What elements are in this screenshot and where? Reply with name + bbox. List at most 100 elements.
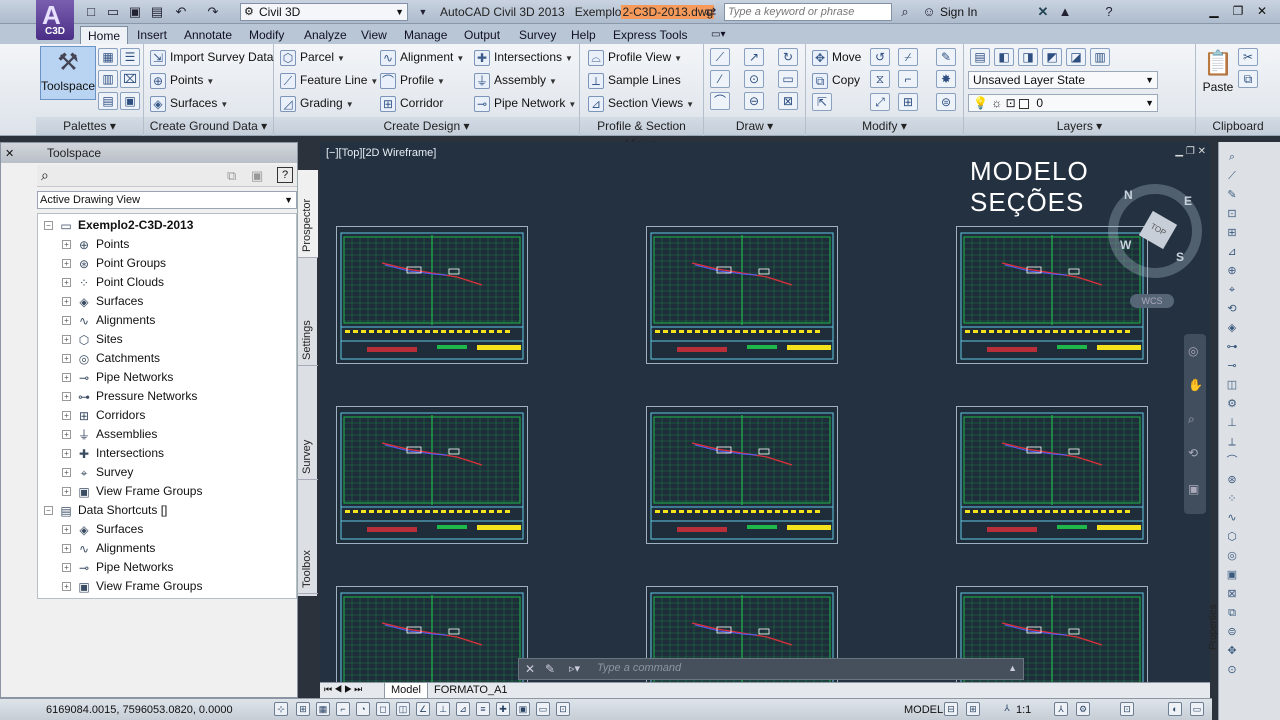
viewcube-top-face[interactable]: TOP bbox=[1138, 210, 1178, 250]
section-sheet[interactable] bbox=[646, 406, 838, 544]
section-views-button[interactable]: ⊿ Section Views ▼ bbox=[588, 93, 694, 113]
stretch-icon[interactable]: ⇱ bbox=[812, 93, 832, 111]
tree-item[interactable]: + ▣ View Frame Groups bbox=[62, 482, 202, 501]
assembly-button[interactable]: ⏚ Assembly ▼ bbox=[474, 70, 557, 90]
panel-title-create-design[interactable]: Create Design ▾ bbox=[274, 117, 579, 135]
tab-formato-a1[interactable]: FORMATO_A1 bbox=[428, 683, 514, 699]
copy-button[interactable]: ⧉ Copy bbox=[812, 70, 860, 90]
drawing-viewport[interactable]: [−][Top][2D Wireframe] MODELO SEÇÕES ▁ ❐… bbox=[320, 142, 1210, 720]
compass-e[interactable]: E bbox=[1184, 194, 1192, 208]
tab-express-tools[interactable]: Express Tools bbox=[606, 26, 694, 44]
palette-tool-icon[interactable]: ⊠ bbox=[1222, 585, 1242, 603]
tree-item[interactable]: + ⊞ Corridors bbox=[62, 406, 145, 425]
steering-wheel-icon[interactable]: ◎ bbox=[1188, 344, 1198, 358]
profile-button[interactable]: ⌒ Profile ▼ bbox=[380, 70, 445, 90]
trim-icon[interactable]: ⌿ bbox=[898, 48, 918, 66]
workspace-switch-icon[interactable]: ⚙ bbox=[1076, 702, 1090, 716]
tree-item[interactable]: + ◈ Surfaces bbox=[62, 520, 143, 539]
wcs-menu[interactable]: WCS bbox=[1130, 294, 1174, 308]
tree-item[interactable]: − ▤ Data Shortcuts [] bbox=[44, 501, 167, 520]
viewport-restore-icon[interactable]: ❐ bbox=[1186, 146, 1195, 157]
toolbox-icon[interactable]: ⌧ bbox=[120, 70, 140, 88]
layer-match-icon[interactable]: ◪ bbox=[1066, 48, 1086, 66]
palette-tool-icon[interactable]: ⧉ bbox=[1222, 604, 1242, 622]
copy-clip-icon[interactable]: ⧉ bbox=[1238, 70, 1258, 88]
application-menu-button[interactable]: A C3D bbox=[36, 0, 74, 40]
palette-tool-icon[interactable]: ▣ bbox=[1222, 566, 1242, 584]
exchange-icon[interactable]: ✕ bbox=[1034, 3, 1052, 21]
ribbon-minimize-icon[interactable]: ▭▾ bbox=[704, 26, 732, 44]
new-icon[interactable]: □ bbox=[82, 3, 100, 21]
scale-icon[interactable]: ⤢ bbox=[870, 93, 890, 111]
tab-nav-icons[interactable]: ⏮◀▶⏭ bbox=[324, 684, 364, 695]
command-input[interactable]: Type a command bbox=[597, 662, 681, 674]
isolate-objects-icon[interactable]: ◐ bbox=[1168, 702, 1182, 716]
ellipse-icon[interactable]: ⊖ bbox=[744, 92, 764, 110]
showmotion-icon[interactable]: ▣ bbox=[1188, 482, 1199, 496]
expand-toggle-icon[interactable]: + bbox=[62, 354, 71, 364]
polyline-icon[interactable]: ↗ bbox=[744, 48, 764, 66]
expand-toggle-icon[interactable]: + bbox=[62, 563, 71, 573]
cmd-prompt-icon[interactable]: ▹▾ bbox=[569, 662, 580, 675]
layer-freeze-icon[interactable]: ◨ bbox=[1018, 48, 1038, 66]
sample-lines-button[interactable]: ⟂ Sample Lines bbox=[588, 70, 681, 90]
a360-icon[interactable]: ▲ bbox=[1056, 3, 1074, 21]
tree-item[interactable]: + ◈ Surfaces bbox=[62, 292, 143, 311]
rotate-icon[interactable]: ↻ bbox=[778, 48, 798, 66]
tpy-icon[interactable]: ✚ bbox=[496, 702, 510, 716]
otrack-icon[interactable]: ∠ bbox=[416, 702, 430, 716]
expand-toggle-icon[interactable]: + bbox=[62, 582, 71, 592]
palette-tool-icon[interactable]: ◫ bbox=[1222, 376, 1242, 394]
tree-item[interactable]: + ∿ Alignments bbox=[62, 539, 155, 558]
toolspace-button[interactable]: ⚒ Toolspace bbox=[40, 46, 96, 100]
tool-palettes-icon[interactable]: ▥ bbox=[98, 70, 118, 88]
section-sheet[interactable] bbox=[646, 226, 838, 364]
spline-icon[interactable]: ⁄ bbox=[710, 70, 730, 88]
tree-item[interactable]: + ⌖ Survey bbox=[62, 463, 133, 482]
expand-toggle-icon[interactable]: − bbox=[44, 506, 53, 516]
viewport-controls-label[interactable]: [−][Top][2D Wireframe] bbox=[326, 147, 436, 159]
pan-icon[interactable]: ✋ bbox=[1188, 378, 1203, 392]
expand-toggle-icon[interactable]: + bbox=[62, 392, 71, 402]
tab-model[interactable]: Model bbox=[384, 683, 428, 699]
tab-survey[interactable]: Survey bbox=[298, 392, 318, 480]
panel-title-palettes[interactable]: Palettes ▾ bbox=[36, 117, 143, 135]
cmd-close-icon[interactable]: ✕ bbox=[525, 662, 535, 676]
infer-constraints-icon[interactable]: ⊹ bbox=[274, 702, 288, 716]
panorama-icon[interactable]: ☰ bbox=[120, 48, 140, 66]
layer-isolate-icon[interactable]: ◧ bbox=[994, 48, 1014, 66]
palette-tool-icon[interactable]: ⌖ bbox=[1222, 281, 1242, 299]
expand-toggle-icon[interactable]: + bbox=[62, 468, 71, 478]
expand-toggle-icon[interactable]: − bbox=[44, 221, 53, 231]
palette-tool-icon[interactable]: ✥ bbox=[1222, 642, 1242, 660]
navigation-bar[interactable]: ◎ ✋ ⌕ ⟲ ▣ bbox=[1184, 334, 1206, 514]
quick-view-drawings-icon[interactable]: ⊞ bbox=[966, 702, 980, 716]
expand-toggle-icon[interactable]: + bbox=[62, 430, 71, 440]
am-icon[interactable]: ⊡ bbox=[556, 702, 570, 716]
palette-tool-icon[interactable]: ⚙ bbox=[1222, 395, 1242, 413]
pipe-network-button[interactable]: ⊸ Pipe Network ▼ bbox=[474, 93, 576, 113]
annotation-scale-icon[interactable]: ⅄ bbox=[1000, 702, 1014, 716]
hatch-icon[interactable]: ⊠ bbox=[778, 92, 798, 110]
tree-item[interactable]: + ⊶ Pressure Networks bbox=[62, 387, 197, 406]
palette-tool-icon[interactable]: ◈ bbox=[1222, 319, 1242, 337]
palette-tool-icon[interactable]: ⊿ bbox=[1222, 243, 1242, 261]
tree-item[interactable]: + ⬡ Sites bbox=[62, 330, 123, 349]
tab-help[interactable]: Help bbox=[564, 26, 603, 44]
model-space-toggle[interactable]: MODEL bbox=[904, 704, 943, 716]
cmd-customize-icon[interactable]: ✎ bbox=[545, 662, 555, 676]
dyn-icon[interactable]: ⊿ bbox=[456, 702, 470, 716]
arc-icon[interactable]: ⌒ bbox=[710, 92, 730, 110]
expand-search-icon[interactable]: ⇄ bbox=[702, 3, 720, 21]
tree-item[interactable]: + ⁘ Point Clouds bbox=[62, 273, 164, 292]
erase-icon[interactable]: ✎ bbox=[936, 48, 956, 66]
viewport-close-icon[interactable]: ✕ bbox=[1198, 146, 1206, 157]
properties-tab[interactable]: Properties bbox=[1208, 604, 1219, 650]
clean-screen-icon[interactable]: ▭ bbox=[1190, 702, 1204, 716]
workspace-select[interactable]: ⚙ Civil 3D ▼ bbox=[240, 3, 408, 21]
tree-item[interactable]: + ▣ View Frame Groups bbox=[62, 577, 202, 596]
annotation-visibility-icon[interactable]: ⅄ bbox=[1054, 702, 1068, 716]
snap-icon[interactable]: ⊞ bbox=[296, 702, 310, 716]
lwt-icon[interactable]: ≡ bbox=[476, 702, 490, 716]
help-icon[interactable]: ? bbox=[277, 167, 293, 183]
